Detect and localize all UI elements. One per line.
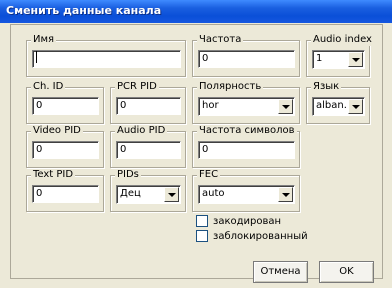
video-pid-label: Video PID [31, 125, 83, 137]
ok-button[interactable]: OK [319, 261, 374, 283]
language-group: Язык alban. [306, 81, 370, 124]
text-pid-group: Text PID 0 [26, 169, 104, 212]
fec-label: FEC [197, 169, 221, 181]
polarity-combobox[interactable]: hor [198, 97, 295, 116]
name-input[interactable] [32, 50, 181, 68]
pcr-pid-input[interactable]: 0 [116, 97, 181, 115]
text-caret [36, 51, 37, 63]
checkbox-box[interactable] [196, 230, 208, 242]
video-pid-input[interactable]: 0 [32, 141, 99, 159]
audio-index-combobox[interactable]: 1 [312, 50, 365, 69]
chevron-down-icon[interactable] [348, 99, 363, 114]
frequency-label: Частота [197, 34, 244, 46]
frequency-group: Частота 0 [192, 34, 300, 77]
locked-label: заблокированный [213, 231, 308, 242]
pids-label: PIDs [115, 169, 141, 181]
pids-combobox[interactable]: Дец [116, 185, 181, 204]
ch-id-label: Ch. ID [31, 81, 66, 93]
audio-index-label: Audio index [311, 34, 374, 46]
ch-id-input[interactable]: 0 [32, 97, 99, 115]
cancel-button[interactable]: Отмена [253, 261, 308, 283]
name-label: Имя [31, 34, 57, 46]
title-bar[interactable]: Сменить данные канала [0, 0, 392, 23]
frequency-input[interactable]: 0 [198, 50, 295, 68]
locked-checkbox[interactable]: заблокированный [196, 230, 308, 244]
chevron-down-icon[interactable] [278, 187, 293, 202]
ch-id-group: Ch. ID 0 [26, 81, 104, 124]
fec-combobox[interactable]: auto [198, 185, 295, 204]
audio-index-group: Audio index 1 [306, 34, 374, 77]
symbol-rate-input[interactable]: 0 [198, 141, 295, 159]
chevron-down-icon[interactable] [164, 187, 179, 202]
text-pid-input[interactable]: 0 [32, 185, 99, 203]
symbol-rate-label: Частота символов [197, 125, 297, 137]
language-combobox[interactable]: alban. [312, 97, 365, 116]
encoded-label: закодирован [213, 216, 282, 227]
pids-group: PIDs Дец [110, 169, 186, 212]
fec-group: FEC auto [192, 169, 300, 212]
edit-channel-dialog: Сменить данные канала Имя Частота 0 Audi… [0, 0, 392, 288]
polarity-label: Полярность [197, 81, 264, 93]
audio-pid-group: Audio PID 0 [110, 125, 186, 168]
dialog-body: Имя Частота 0 Audio index 1 Ch. ID 0 PCR… [10, 24, 383, 283]
name-group: Имя [26, 34, 186, 77]
window-title: Сменить данные канала [6, 4, 162, 17]
checkbox-box[interactable] [196, 215, 208, 227]
text-pid-label: Text PID [31, 169, 76, 181]
audio-pid-input[interactable]: 0 [116, 141, 181, 159]
chevron-down-icon[interactable] [278, 99, 293, 114]
chevron-down-icon[interactable] [348, 52, 363, 67]
encoded-checkbox[interactable]: закодирован [196, 215, 281, 229]
polarity-group: Полярность hor [192, 81, 300, 124]
audio-pid-label: Audio PID [115, 125, 168, 137]
language-label: Язык [311, 81, 342, 93]
pcr-pid-group: PCR PID 0 [110, 81, 186, 124]
pcr-pid-label: PCR PID [115, 81, 159, 93]
symbol-rate-group: Частота символов 0 [192, 125, 300, 168]
video-pid-group: Video PID 0 [26, 125, 104, 168]
